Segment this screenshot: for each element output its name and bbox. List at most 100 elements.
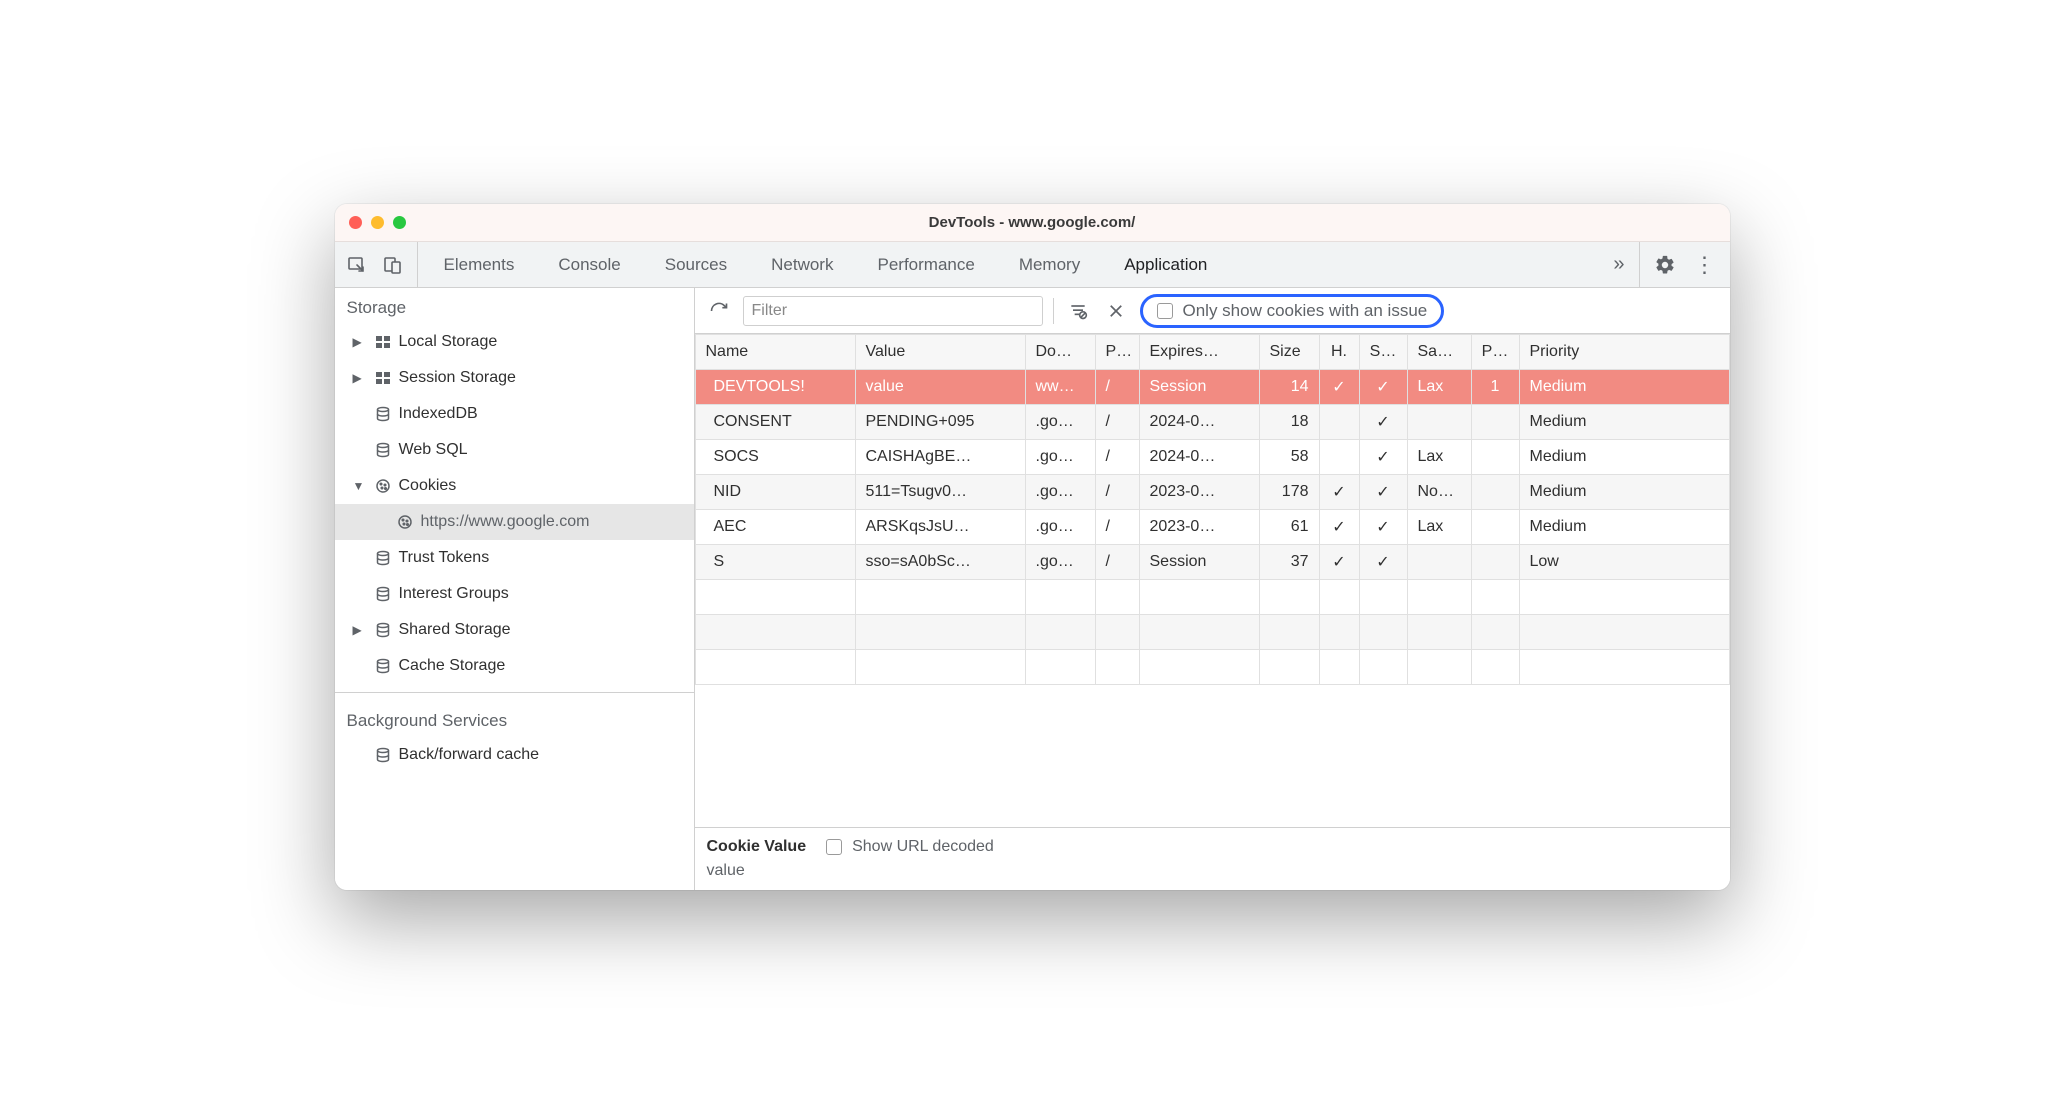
close-window-button[interactable] [349,216,362,229]
column-header[interactable]: H. [1319,335,1359,370]
cell-samesite [1407,545,1471,580]
cell-http [1319,405,1359,440]
cell-name: CONSENT [695,405,855,440]
tab-application[interactable]: Application [1102,242,1229,287]
inspect-icon[interactable] [343,255,371,275]
column-header[interactable]: Do… [1025,335,1095,370]
chevron-right-icon: ▶ [353,335,367,349]
cell-expires: 2024-0… [1139,405,1259,440]
cell-domain: .go… [1025,405,1095,440]
cookies-table[interactable]: NameValueDo…P…Expires…SizeH.S…Sa…P…Prior… [695,334,1730,827]
cell-domain: .go… [1025,545,1095,580]
clear-all-icon[interactable] [1102,297,1130,325]
db-icon [373,442,393,458]
cell-path: / [1095,440,1139,475]
tree-item[interactable]: ▶ Session Storage [335,360,694,396]
cell-samesite: Lax [1407,510,1471,545]
table-row[interactable]: SOCSCAISHAgBE….go…/2024-0…58✓LaxMedium [695,440,1729,475]
settings-button[interactable] [1648,254,1682,276]
column-header[interactable]: Sa… [1407,335,1471,370]
tree-item[interactable]: Back/forward cache [335,737,694,773]
cookie-icon [373,478,393,494]
zoom-window-button[interactable] [393,216,406,229]
chevron-right-icon: ▶ [353,371,367,385]
cell-secure: ✓ [1359,405,1407,440]
column-header[interactable]: S… [1359,335,1407,370]
cell-size: 37 [1259,545,1319,580]
tree-item-label: Shared Storage [399,621,511,639]
cell-value: sso=sA0bSc… [855,545,1025,580]
cell-priority: Low [1519,545,1729,580]
cell-priority: Medium [1519,370,1729,405]
table-row[interactable]: DEVTOOLS!valueww…/Session14✓✓Lax1Medium [695,370,1729,405]
tree-item-label: Session Storage [399,369,516,387]
tab-network[interactable]: Network [749,242,855,287]
tree-item-label: Local Storage [399,333,498,351]
cell-expires: Session [1139,545,1259,580]
refresh-button[interactable] [705,297,733,325]
only-issues-checkbox[interactable]: Only show cookies with an issue [1140,294,1445,328]
cell-priority: Medium [1519,440,1729,475]
cell-size: 14 [1259,370,1319,405]
tab-elements[interactable]: Elements [422,242,537,287]
tree-item-label: Cookies [399,477,457,495]
cell-secure: ✓ [1359,475,1407,510]
cell-name: S [695,545,855,580]
tabs-overflow-button[interactable]: » [1599,242,1638,287]
device-toggle-icon[interactable] [379,255,407,275]
bgservices-section-header: Background Services [335,701,694,737]
grid-icon [373,334,393,350]
cell-samesite: Lax [1407,440,1471,475]
tree-item-label: Back/forward cache [399,746,540,764]
tree-item[interactable]: ▶ Local Storage [335,324,694,360]
table-row[interactable]: CONSENTPENDING+095.go…/2024-0…18✓Medium [695,405,1729,440]
cell-samesite: Lax [1407,370,1471,405]
column-header[interactable]: P… [1095,335,1139,370]
clear-filter-icon[interactable] [1064,297,1092,325]
cell-priority: Medium [1519,510,1729,545]
tab-performance[interactable]: Performance [855,242,996,287]
cell-http: ✓ [1319,370,1359,405]
cell-partition [1471,475,1519,510]
column-header[interactable]: Name [695,335,855,370]
cell-domain: ww… [1025,370,1095,405]
show-url-decoded-checkbox[interactable]: Show URL decoded [826,838,994,856]
tree-item-label: Interest Groups [399,585,509,603]
minimize-window-button[interactable] [371,216,384,229]
table-row[interactable]: Ssso=sA0bSc….go…/Session37✓✓Low [695,545,1729,580]
column-header[interactable]: Size [1259,335,1319,370]
column-header[interactable]: Value [855,335,1025,370]
column-header[interactable]: Priority [1519,335,1729,370]
tree-item[interactable]: Cache Storage [335,648,694,684]
tab-sources[interactable]: Sources [643,242,749,287]
tree-item[interactable]: Trust Tokens [335,540,694,576]
db-icon [373,658,393,674]
cell-priority: Medium [1519,475,1729,510]
more-button[interactable]: ⋮ [1688,252,1722,278]
column-header[interactable]: P… [1471,335,1519,370]
tree-item[interactable]: https://www.google.com [335,504,694,540]
column-header[interactable]: Expires… [1139,335,1259,370]
tree-item[interactable]: Web SQL [335,432,694,468]
db-icon [373,586,393,602]
cell-expires: 2024-0… [1139,440,1259,475]
cell-name: AEC [695,510,855,545]
tree-item[interactable]: ▼Cookies [335,468,694,504]
table-row[interactable]: AECARSKqsJsU….go…/2023-0…61✓✓LaxMedium [695,510,1729,545]
tree-item[interactable]: ▶ Shared Storage [335,612,694,648]
only-issues-label: Only show cookies with an issue [1183,301,1428,321]
cell-domain: .go… [1025,510,1095,545]
cell-secure: ✓ [1359,545,1407,580]
tree-item[interactable]: IndexedDB [335,396,694,432]
cell-domain: .go… [1025,440,1095,475]
chevron-right-icon: ▶ [353,623,367,637]
tab-console[interactable]: Console [536,242,642,287]
checkbox-icon [1157,303,1173,319]
table-row[interactable]: NID511=Tsugv0….go…/2023-0…178✓✓No…Medium [695,475,1729,510]
cell-http: ✓ [1319,545,1359,580]
tree-item[interactable]: Interest Groups [335,576,694,612]
table-row-empty [695,650,1729,685]
tab-memory[interactable]: Memory [997,242,1102,287]
cell-partition [1471,405,1519,440]
filter-input[interactable] [743,296,1043,326]
